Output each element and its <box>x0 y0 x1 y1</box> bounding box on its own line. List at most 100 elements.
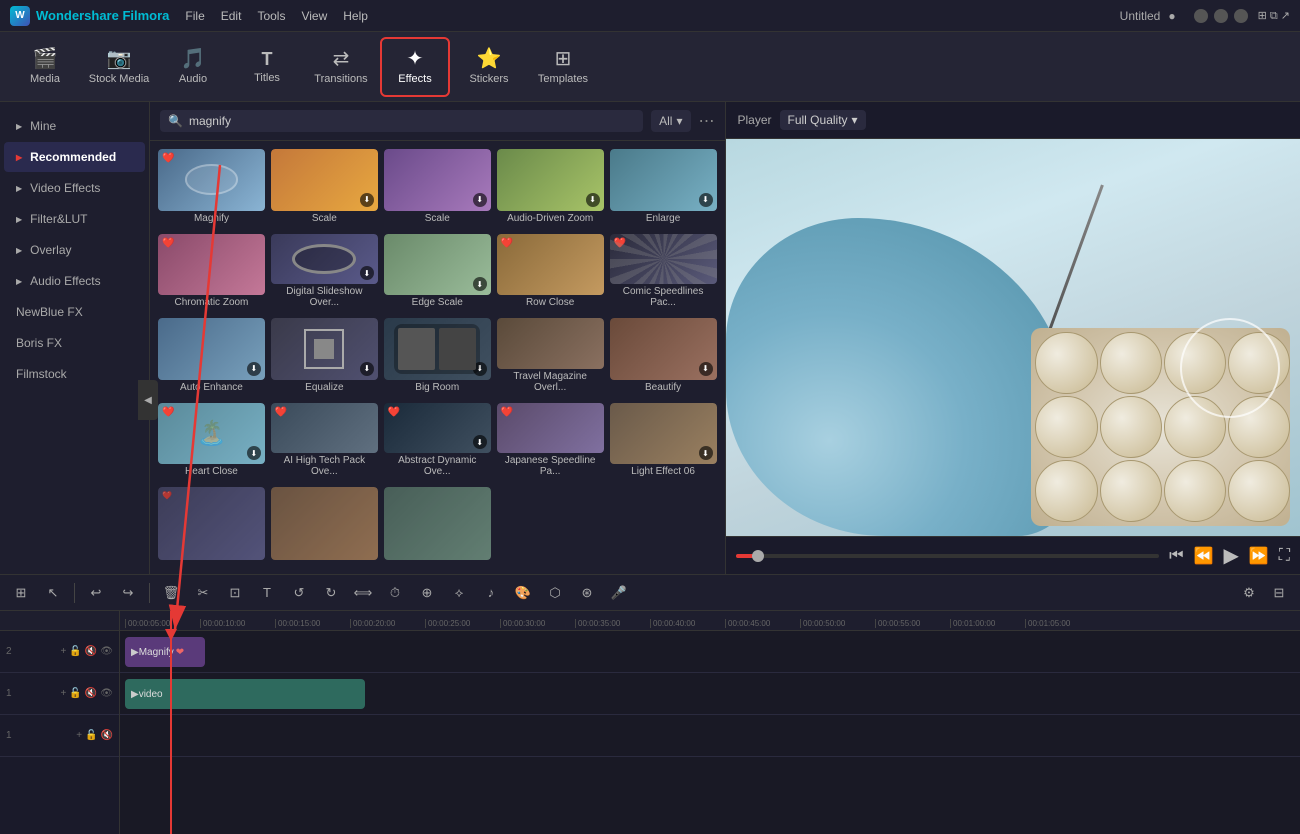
stabilize-button[interactable]: ⊛ <box>574 580 600 606</box>
sidebar-item-newblue[interactable]: NewBlue FX <box>4 297 145 327</box>
zoom-button[interactable]: ⊕ <box>414 580 440 606</box>
effect-auto[interactable]: ⬇ Auto Enhance <box>158 318 265 397</box>
effect-bigroom[interactable]: ⬇ Big Room <box>384 318 491 397</box>
mute-track-icon-1[interactable]: 🔇 <box>85 688 97 699</box>
effect-clip-magnify[interactable]: ▶ Magnify ❤ <box>125 637 205 667</box>
lock-track-icon[interactable]: 🔓 <box>69 646 81 657</box>
quality-select[interactable]: Full Quality ▾ <box>780 110 866 130</box>
effect-enlarge[interactable]: ⬇ Enlarge <box>610 149 717 228</box>
fullscreen-button[interactable]: ⛶ <box>1279 547 1290 565</box>
effect-scale1[interactable]: ⬇ Scale <box>271 149 378 228</box>
undo-button[interactable]: ↩ <box>83 580 109 606</box>
effect-rowclose[interactable]: ❤️ Row Close <box>497 234 604 313</box>
effect-aitech[interactable]: ❤️ AI High Tech Pack Ove... <box>271 403 378 482</box>
add-track-icon[interactable]: + <box>61 646 67 657</box>
hide-track-icon-1[interactable]: 👁 <box>100 688 113 699</box>
more-options-icon[interactable]: ⋯ <box>699 111 715 131</box>
split-button[interactable]: ⟡ <box>446 580 472 606</box>
sidebar-item-overlay[interactable]: ▶ Overlay <box>4 235 145 265</box>
color-button[interactable]: 🎨 <box>510 580 536 606</box>
timeline-cursor-button[interactable]: ↖ <box>40 580 66 606</box>
toolbar-media[interactable]: 🎬 Media <box>10 37 80 97</box>
search-input-wrapper[interactable]: 🔍 <box>160 110 643 132</box>
effect-chromatic[interactable]: ❤️ Chromatic Zoom <box>158 234 265 313</box>
crop-button[interactable]: ⊡ <box>222 580 248 606</box>
frame-back-button[interactable]: ⏪ <box>1194 546 1214 566</box>
mask-button[interactable]: ⬡ <box>542 580 568 606</box>
rotate-left-button[interactable]: ↺ <box>286 580 312 606</box>
close-button[interactable] <box>1234 9 1248 23</box>
effect-heartclose[interactable]: ❤️ ⬇ 🏝️ Heart Close <box>158 403 265 482</box>
menu-view[interactable]: View <box>301 9 327 23</box>
preview-progress-bar[interactable] <box>736 554 1160 558</box>
search-filter-dropdown[interactable]: All ▾ <box>651 110 690 132</box>
mute-track-icon[interactable]: 🔇 <box>85 646 97 657</box>
audio-button[interactable]: ♪ <box>478 580 504 606</box>
toolbar-templates[interactable]: ⊞ Templates <box>528 37 598 97</box>
layout-icon[interactable]: ⊟ <box>1266 580 1292 606</box>
sidebar-item-recommended[interactable]: ▶ Recommended <box>4 142 145 172</box>
effect-japanese[interactable]: ❤️ Japanese Speedline Pa... <box>497 403 604 482</box>
sidebar-collapse-button[interactable]: ◀ <box>138 380 158 420</box>
settings-icon[interactable]: ⚙ <box>1236 580 1262 606</box>
effect-magnify[interactable]: ❤️ Magnify <box>158 149 265 228</box>
menu-file[interactable]: File <box>185 9 204 23</box>
toolbar-titles[interactable]: T Titles <box>232 37 302 97</box>
add-track-icon-audio[interactable]: + <box>76 730 82 741</box>
lock-track-icon-audio[interactable]: 🔓 <box>85 730 97 741</box>
video-clip[interactable]: ▶ video <box>125 679 365 709</box>
toolbar-audio[interactable]: 🎵 Audio <box>158 37 228 97</box>
effect-label-heartclose: Heart Close <box>158 466 265 481</box>
effect-equalize[interactable]: ⬇ Equalize <box>271 318 378 397</box>
effect-partial1[interactable]: ❤️ <box>158 487 265 566</box>
maximize-button[interactable] <box>1214 9 1228 23</box>
window-controls: ⊞ ⧉ ↗ <box>1194 9 1290 23</box>
toolbar-stickers[interactable]: ⭐ Stickers <box>454 37 524 97</box>
voice-button[interactable]: 🎤 <box>606 580 632 606</box>
effect-partial2[interactable] <box>271 487 378 566</box>
cut-button[interactable]: ✂ <box>190 580 216 606</box>
menu-help[interactable]: Help <box>343 9 368 23</box>
effect-label-beautify: Beautify <box>610 382 717 397</box>
progress-knob[interactable] <box>752 550 764 562</box>
play-button[interactable]: ▶ <box>1223 543 1238 568</box>
timeline-grid-button[interactable]: ⊞ <box>8 580 34 606</box>
sidebar-item-audio-effects[interactable]: ▶ Audio Effects <box>4 266 145 296</box>
effect-edge[interactable]: ⬇ Edge Scale <box>384 234 491 313</box>
toolbar-transitions[interactable]: ⇄ Transitions <box>306 37 376 97</box>
effect-audio-zoom[interactable]: ⬇ Audio-Driven Zoom <box>497 149 604 228</box>
skip-back-button[interactable]: ⏮ <box>1169 547 1183 565</box>
effect-travel[interactable]: Travel Magazine Overl... <box>497 318 604 397</box>
effect-light[interactable]: ⬇ Light Effect 06 <box>610 403 717 482</box>
effect-scale2[interactable]: ⬇ Scale <box>384 149 491 228</box>
effect-partial3[interactable] <box>384 487 491 566</box>
search-input[interactable] <box>189 114 635 128</box>
sidebar-label-mine: Mine <box>30 119 56 133</box>
menu-edit[interactable]: Edit <box>221 9 242 23</box>
sidebar-item-filter-lut[interactable]: ▶ Filter&LUT <box>4 204 145 234</box>
text-button[interactable]: T <box>254 580 280 606</box>
effect-comic[interactable]: ❤️ Comic Speedlines Pac... <box>610 234 717 313</box>
add-track-icon-1[interactable]: + <box>61 688 67 699</box>
speed-button[interactable]: ⏱ <box>382 580 408 606</box>
sidebar-item-filmstock[interactable]: Filmstock <box>4 359 145 389</box>
toolbar-effects[interactable]: ✦ Effects <box>380 37 450 97</box>
effect-abstract[interactable]: ❤️ ⬇ Abstract Dynamic Ove... <box>384 403 491 482</box>
delete-button[interactable]: 🗑 <box>158 580 184 606</box>
lock-track-icon-1[interactable]: 🔓 <box>69 688 81 699</box>
redo-button[interactable]: ↪ <box>115 580 141 606</box>
mirror-button[interactable]: ⟺ <box>350 580 376 606</box>
rotate-right-button[interactable]: ↻ <box>318 580 344 606</box>
sidebar-item-video-effects[interactable]: ▶ Video Effects <box>4 173 145 203</box>
effect-beautify[interactable]: ⬇ Beautify <box>610 318 717 397</box>
frame-forward-button[interactable]: ⏩ <box>1249 546 1269 566</box>
sidebar-item-boris[interactable]: Boris FX <box>4 328 145 358</box>
menu-tools[interactable]: Tools <box>257 9 285 23</box>
effect-digital[interactable]: ⬇ Digital Slideshow Over... <box>271 234 378 313</box>
sidebar-item-mine[interactable]: ▶ Mine <box>4 111 145 141</box>
minimize-button[interactable] <box>1194 9 1208 23</box>
hide-track-icon[interactable]: 👁 <box>100 646 113 657</box>
mute-track-icon-audio[interactable]: 🔇 <box>101 730 113 741</box>
toolbar-stock[interactable]: 📷 Stock Media <box>84 37 154 97</box>
timeline-tracks[interactable]: 00:00:05:00 00:00:10:00 00:00:15:00 00:0… <box>120 611 1300 834</box>
